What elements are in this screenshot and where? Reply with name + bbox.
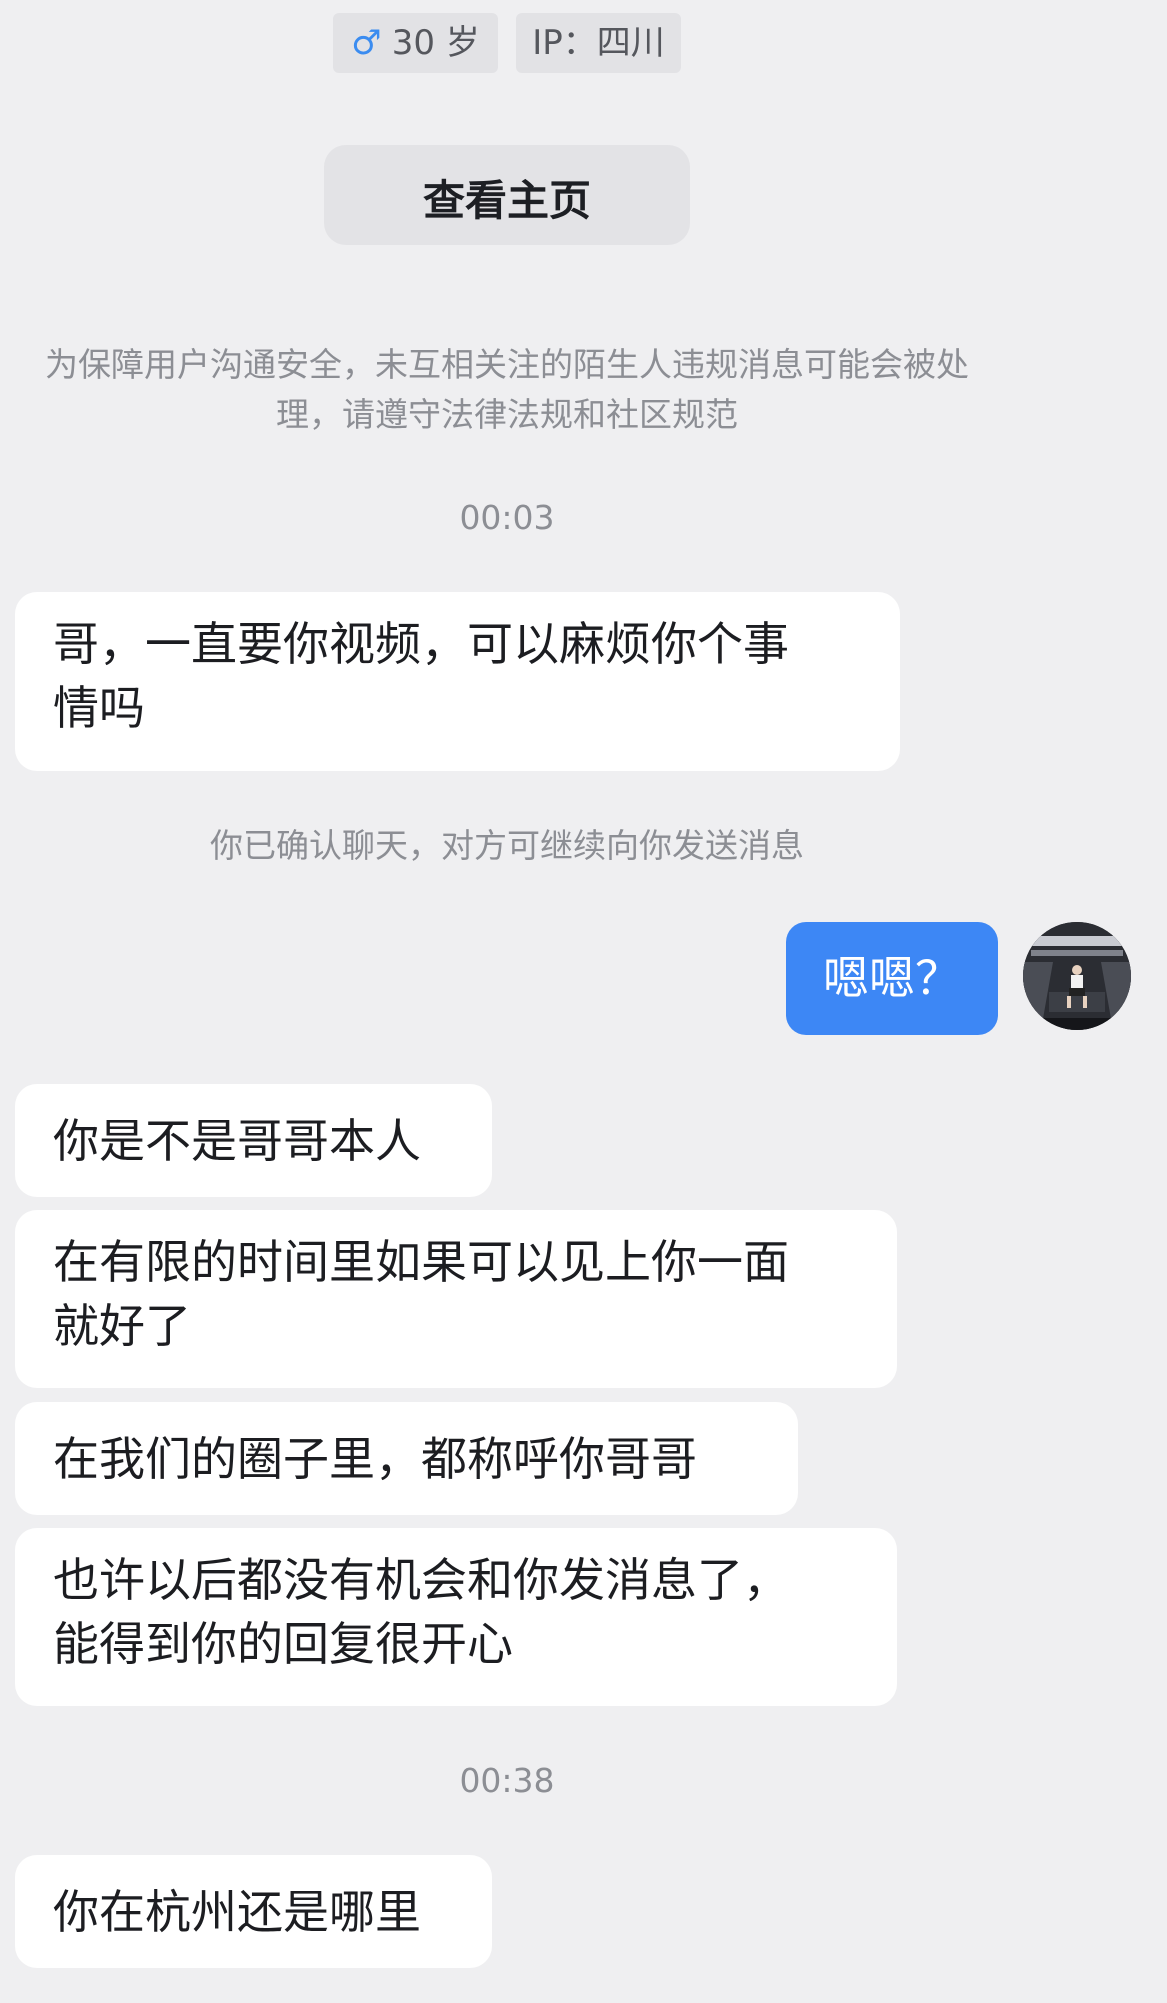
incoming-message-bubble[interactable]: 哥，一直要你视频，可以麻烦你个事 情吗 xyxy=(15,592,900,771)
age-label: 30 岁 xyxy=(391,23,480,63)
system-message: 你已确认聊天，对方可继续向你发送消息 xyxy=(210,826,804,865)
safety-notice-line-2: 理，请遵守法律法规和社区规范 xyxy=(276,395,738,434)
safety-notice: 为保障用户沟通安全，未互相关注的陌生人违规消息可能会被处 理，请遵守法律法规和社… xyxy=(0,340,1014,440)
avatar-photo-icon xyxy=(1023,922,1131,1030)
timestamp: 00:38 xyxy=(459,1761,555,1800)
incoming-message-bubble[interactable]: 你是不是哥哥本人 xyxy=(15,1084,492,1197)
outgoing-message-bubble[interactable]: 嗯嗯？ xyxy=(786,922,998,1035)
user-avatar[interactable] xyxy=(1023,922,1131,1030)
incoming-message-bubble[interactable]: 你在杭州还是哪里 xyxy=(15,1855,492,1968)
incoming-message-bubble[interactable]: 在有限的时间里如果可以见上你一面 就好了 xyxy=(15,1210,897,1388)
gender-age-badge: ♂ 30 岁 xyxy=(333,13,498,73)
view-profile-button[interactable]: 查看主页 xyxy=(324,145,690,245)
timestamp: 00:03 xyxy=(459,498,555,537)
ip-location-badge: IP：四川 xyxy=(516,13,681,73)
safety-notice-line-1: 为保障用户沟通安全，未互相关注的陌生人违规消息可能会被处 xyxy=(45,345,969,384)
incoming-message-bubble[interactable]: 在我们的圈子里，都称呼你哥哥 xyxy=(15,1402,798,1515)
male-icon: ♂ xyxy=(351,23,382,63)
incoming-message-bubble[interactable]: 也许以后都没有机会和你发消息了， 能得到你的回复很开心 xyxy=(15,1528,897,1706)
